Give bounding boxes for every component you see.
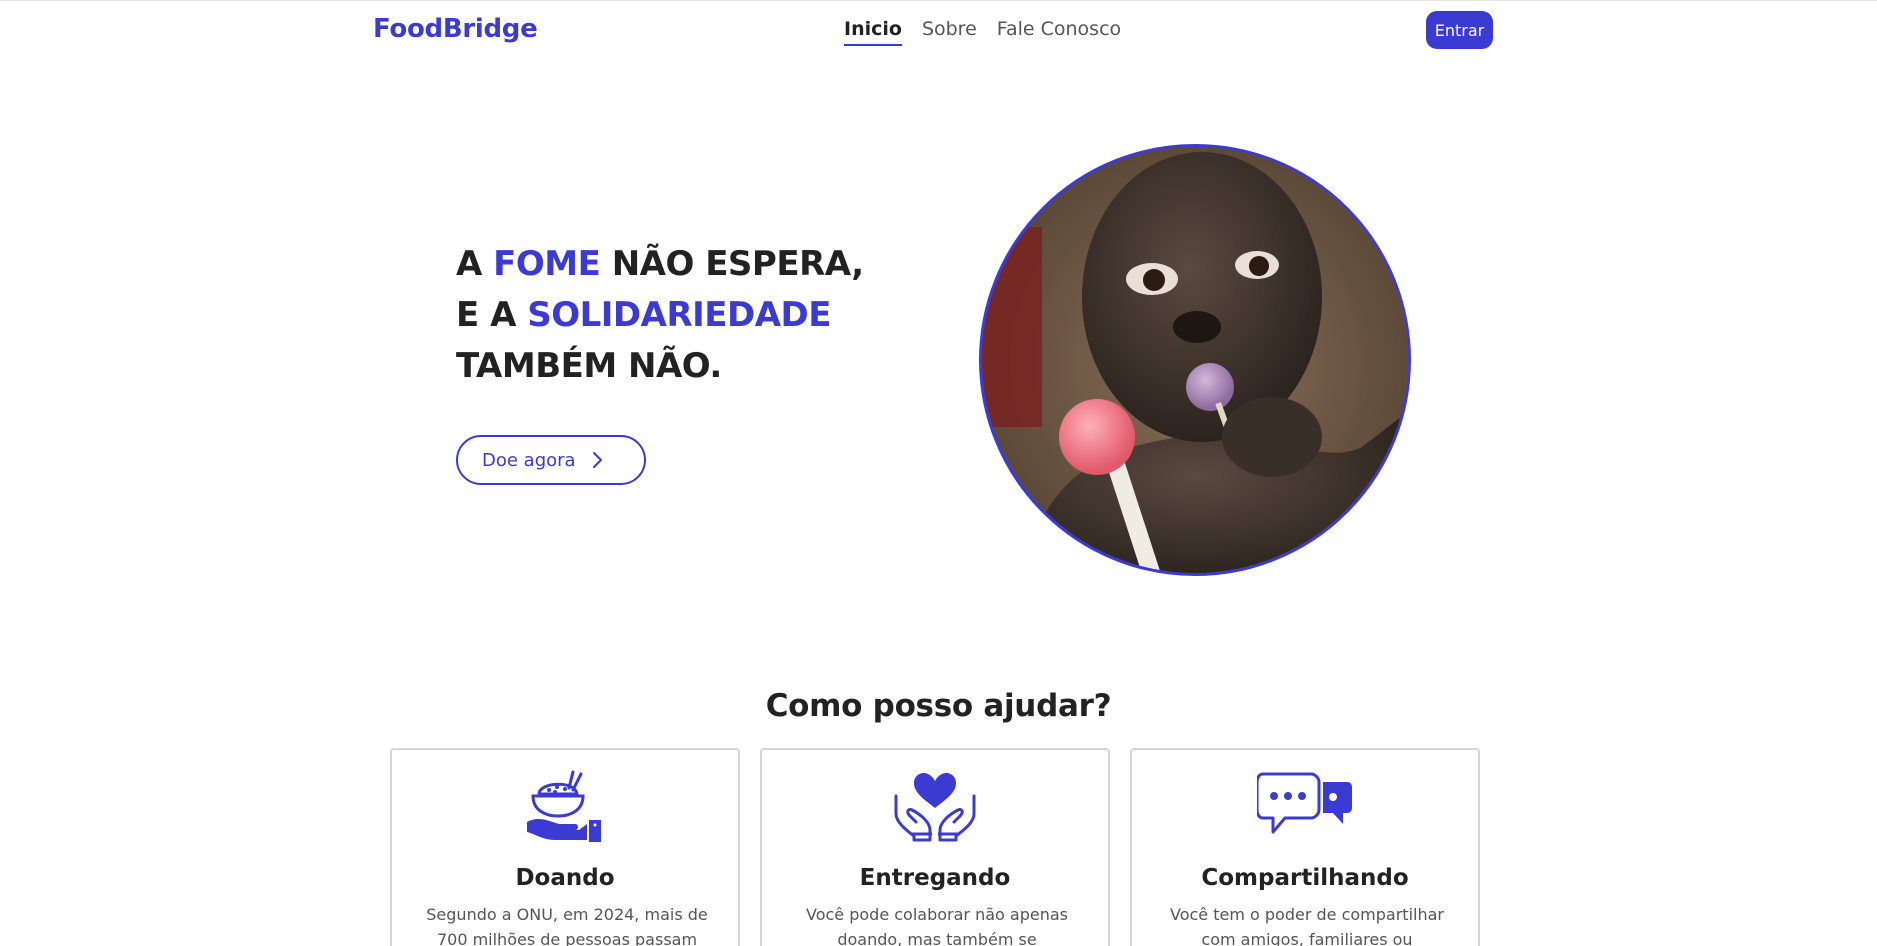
card-text: Você tem o poder de compartilhar com ami…: [1170, 905, 1444, 946]
hero-title-line-1: A FOME NÃO ESPERA,: [456, 239, 864, 290]
hero-highlight: FOME: [493, 244, 601, 284]
card-doando[interactable]: Doando Segundo a ONU, em 2024, mais de 7…: [390, 748, 740, 946]
hero-text: NÃO ESPERA,: [600, 244, 864, 284]
card-entregando[interactable]: Entregando Você pode colaborar não apena…: [760, 748, 1110, 946]
donate-button-label: Doe agora: [482, 449, 576, 471]
page: FoodBridge Inicio Sobre Fale Conosco Ent…: [0, 0, 1877, 946]
hero-photo: [979, 144, 1411, 576]
top-divider: [0, 0, 1877, 1]
card-title: Compartilhando: [1201, 865, 1409, 891]
donation-bowl-icon: [392, 770, 738, 842]
hero-text: E A: [456, 295, 528, 335]
login-button[interactable]: Entrar: [1426, 11, 1493, 49]
card-title: Doando: [515, 865, 615, 891]
chevron-right-icon: [590, 451, 604, 469]
nav-link-inicio[interactable]: Inicio: [844, 18, 902, 46]
nav-link-sobre[interactable]: Sobre: [922, 18, 977, 46]
nav-link-fale-conosco[interactable]: Fale Conosco: [997, 18, 1121, 46]
hero-title-line-3: TAMBÉM NÃO.: [456, 346, 722, 386]
card-text: Segundo a ONU, em 2024, mais de 700 milh…: [426, 905, 708, 946]
hero-title-line-2: E A SOLIDARIEDADE: [456, 290, 864, 341]
card-compartilhando[interactable]: Compartilhando Você tem o poder de compa…: [1130, 748, 1480, 946]
hero-highlight: SOLIDARIEDADE: [527, 295, 832, 335]
help-section-title: Como posso ajudar?: [765, 688, 1112, 724]
hero-title: A FOME NÃO ESPERA, E A SOLIDARIEDADE TAM…: [456, 239, 864, 392]
card-title: Entregando: [859, 865, 1011, 891]
card-text: Você pode colaborar não apenas doando, m…: [806, 905, 1068, 946]
hero-text: A: [456, 244, 494, 284]
donate-button[interactable]: Doe agora: [456, 435, 646, 485]
logo[interactable]: FoodBridge: [373, 14, 538, 44]
main-nav: Inicio Sobre Fale Conosco: [844, 18, 1121, 46]
chat-bubbles-icon: [1132, 770, 1478, 842]
heart-hands-icon: [762, 770, 1108, 842]
